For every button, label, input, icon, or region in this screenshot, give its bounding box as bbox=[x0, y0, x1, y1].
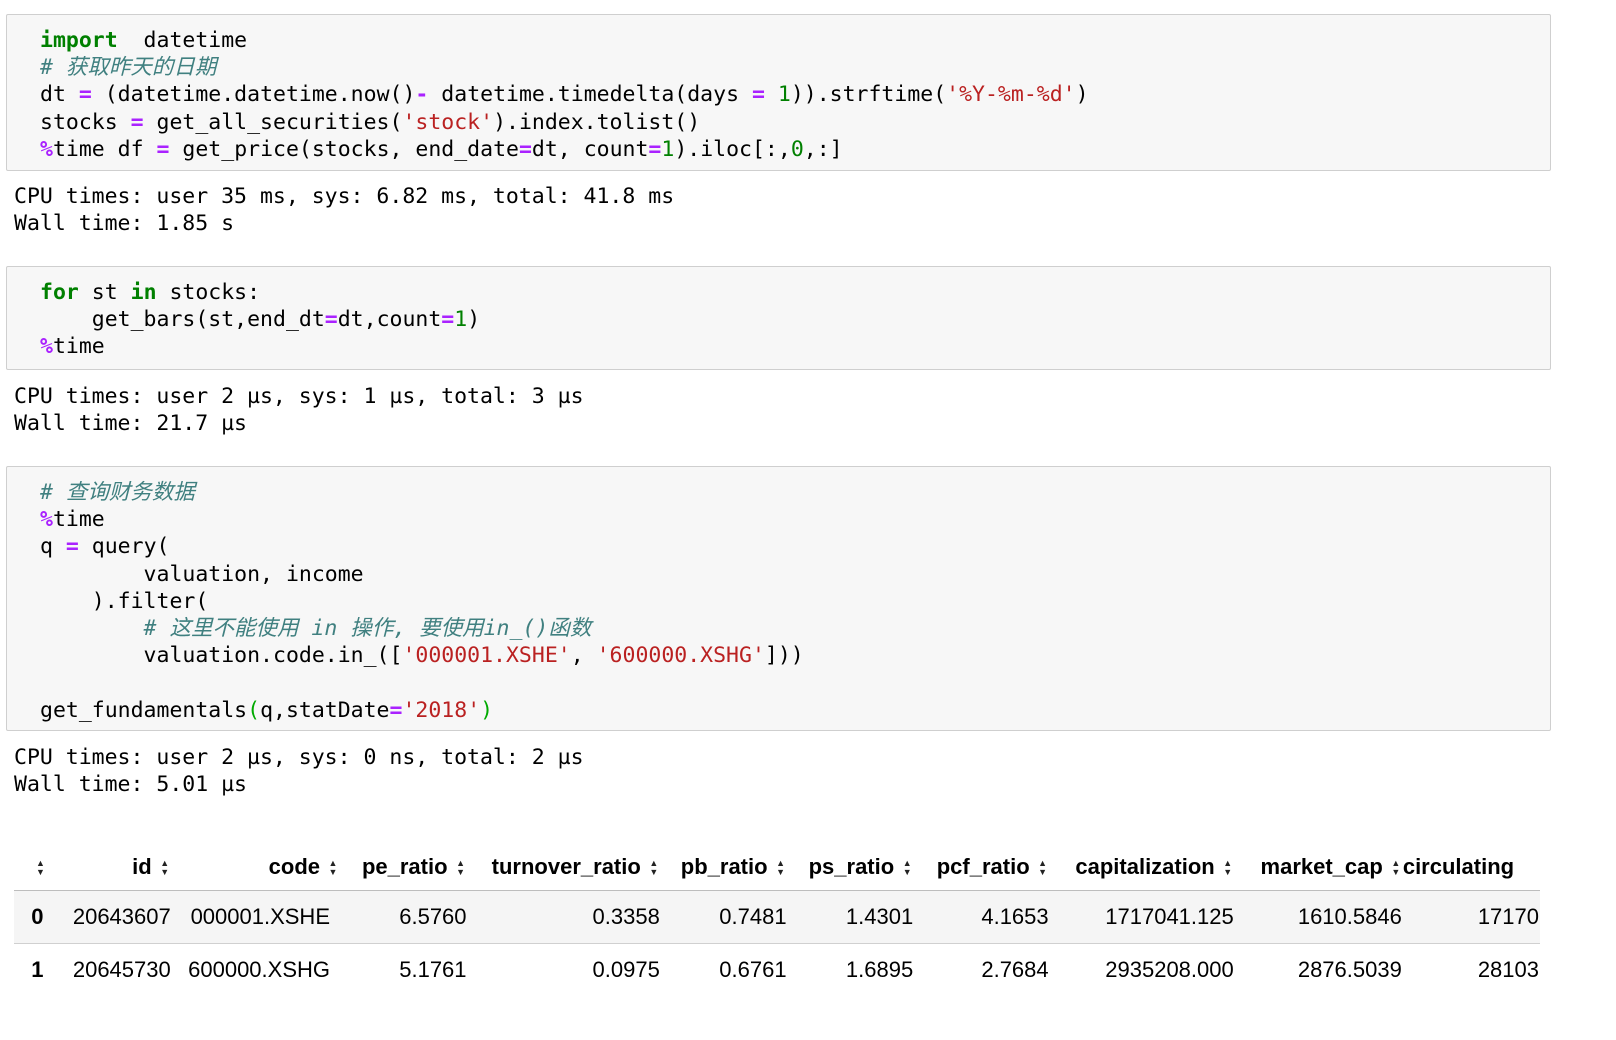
table-cell: 20643607 bbox=[47, 890, 172, 944]
column-header-label: code bbox=[268, 854, 320, 879]
table-cell: 2876.5039 bbox=[1297, 957, 1402, 982]
row-index: 0 bbox=[14, 890, 48, 944]
column-header-label: pe_ratio bbox=[361, 854, 448, 879]
column-header-label: capitalization bbox=[1075, 854, 1215, 879]
table-cell: 6.5760 bbox=[340, 890, 468, 944]
sort-icon[interactable]: ▲ ▼ bbox=[158, 859, 172, 877]
table-cell: 000001.XSHE bbox=[171, 890, 340, 944]
sort-icon[interactable]: ▲ ▼ bbox=[647, 859, 661, 877]
column-header-label: pcf_ratio bbox=[936, 854, 1030, 879]
sort-icon[interactable]: ▲ ▼ bbox=[33, 859, 47, 877]
sort-icon[interactable]: ▲ ▼ bbox=[900, 859, 914, 877]
sort-icon[interactable]: ▲ ▼ bbox=[1221, 859, 1235, 877]
column-header[interactable]: turnover_ratio ▲ ▼ bbox=[467, 844, 661, 891]
dataframe-output: ▲ ▼ id ▲ ▼ code ▲ ▼ pe_ratio ▲ ▼ turnover_ratio ▲ ▼ pb… bbox=[0, 0, 1540, 1040]
column-header[interactable]: capitalization ▲ ▼ bbox=[1049, 844, 1235, 891]
column-header[interactable]: pcf_ratio ▲ ▼ bbox=[914, 844, 1050, 891]
column-header[interactable]: circulating bbox=[1402, 844, 1540, 891]
column-header[interactable]: market_cap ▲ ▼ bbox=[1234, 844, 1403, 891]
column-header[interactable]: id ▲ ▼ bbox=[47, 844, 172, 891]
table-cell: 28103 bbox=[1477, 957, 1539, 982]
table-row: 1 20645730 600000.XSHG 5.1761 0.0975 0.6761 1.… bbox=[14, 944, 1540, 997]
sort-icon[interactable]: ▲ ▼ bbox=[326, 859, 340, 877]
sort-icon[interactable]: ▲ ▼ bbox=[774, 859, 788, 877]
table-cell: 1.6895 bbox=[845, 957, 914, 982]
column-header-label: ps_ratio bbox=[808, 854, 895, 879]
column-header[interactable]: pb_ratio ▲ ▼ bbox=[660, 844, 788, 891]
table-cell: 4.1653 bbox=[914, 890, 1050, 944]
table-cell: 0.3358 bbox=[467, 890, 661, 944]
column-header[interactable]: ▲ ▼ bbox=[14, 844, 48, 891]
table-row: 0 20643607 000001.XSHE 6.5760 0.3358 0.7481 1.… bbox=[14, 890, 1540, 944]
column-header[interactable]: pe_ratio ▲ ▼ bbox=[340, 844, 468, 891]
table-cell: 17170 bbox=[1402, 890, 1540, 944]
column-header[interactable]: ps_ratio ▲ ▼ bbox=[787, 844, 915, 891]
table-cell: 0.0975 bbox=[592, 957, 660, 982]
column-header-label: market_cap bbox=[1260, 854, 1383, 879]
row-index: 1 bbox=[31, 957, 44, 982]
sort-icon[interactable]: ▲ ▼ bbox=[1389, 859, 1403, 877]
table-cell: 5.1761 bbox=[399, 957, 467, 982]
table-cell: 1717041.125 bbox=[1049, 890, 1235, 944]
table-cell: 0.6761 bbox=[719, 957, 787, 982]
sort-icon[interactable]: ▲ ▼ bbox=[1036, 859, 1050, 877]
table-cell: 1610.5846 bbox=[1234, 890, 1403, 944]
column-header-label: turnover_ratio bbox=[491, 854, 641, 879]
sort-icon[interactable]: ▲ ▼ bbox=[454, 859, 468, 877]
column-header-label: pb_ratio bbox=[680, 854, 768, 879]
dataframe-table: ▲ ▼ id ▲ ▼ code ▲ ▼ pe_ratio ▲ ▼ turnover_ratio ▲ ▼ pb… bbox=[14, 844, 1540, 996]
column-header[interactable]: code ▲ ▼ bbox=[171, 844, 340, 891]
column-header-label: circulating bbox=[1402, 854, 1515, 879]
table-cell: 2.7684 bbox=[981, 957, 1049, 982]
table-header-row: ▲ ▼ id ▲ ▼ code ▲ ▼ pe_ratio ▲ ▼ turnover_ratio ▲ ▼ pb… bbox=[14, 844, 1540, 891]
table-cell: 2935208.000 bbox=[1105, 957, 1234, 982]
column-header-label: id bbox=[132, 854, 152, 879]
table-cell: 0.7481 bbox=[660, 890, 788, 944]
table-cell: 600000.XSHG bbox=[188, 957, 330, 982]
table-cell: 1.4301 bbox=[787, 890, 915, 944]
table-cell: 20645730 bbox=[72, 957, 171, 982]
